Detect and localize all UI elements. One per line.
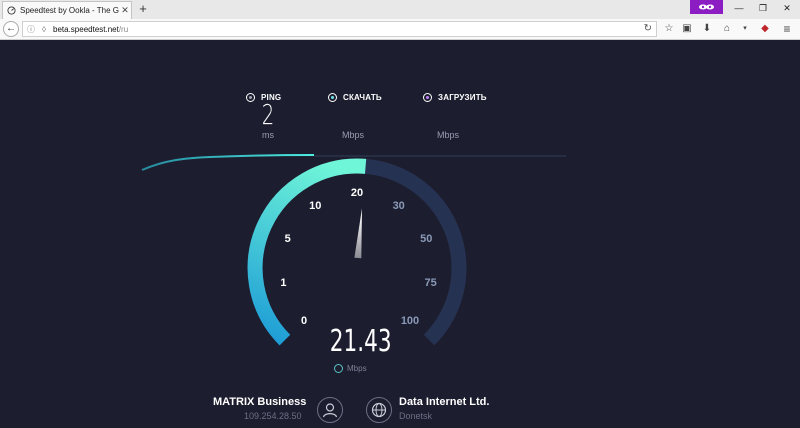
user-icon[interactable] xyxy=(317,397,343,423)
isp-ip: 109.254.28.50 xyxy=(244,411,302,421)
server-name: Data Internet Ltd. xyxy=(399,396,490,408)
download-label: СКАЧАТЬ xyxy=(343,92,382,102)
globe-icon[interactable] xyxy=(366,397,392,423)
server-location: Donetsk xyxy=(399,411,433,421)
download-icon xyxy=(328,92,337,102)
gauge-needle xyxy=(354,208,362,259)
speed-unit-label: Mbps xyxy=(347,364,367,373)
ping-value: 2 xyxy=(261,98,275,131)
ping-unit: ms xyxy=(262,130,274,140)
gauge-tick-label: 75 xyxy=(424,276,437,289)
speed-graph-line xyxy=(141,154,315,171)
gauge-tick-label: 50 xyxy=(420,233,433,246)
gauge-tick-label: 5 xyxy=(284,233,291,246)
download-speed-icon xyxy=(334,364,343,373)
upload-unit: Mbps xyxy=(437,130,460,140)
upload-label: ЗАГРУЗИТЬ xyxy=(438,92,487,102)
gauge-tick-label: 10 xyxy=(309,199,322,212)
current-speed-unit: Mbps xyxy=(334,364,384,373)
upload-header: ЗАГРУЗИТЬ xyxy=(423,91,487,103)
gauge-tick-label: 20 xyxy=(350,187,364,199)
gauge-tick-label: 1 xyxy=(280,276,287,289)
download-unit: Mbps xyxy=(342,130,365,140)
speedtest-graphics xyxy=(141,154,566,346)
current-speed-value: 21.43 xyxy=(329,324,392,359)
gauge-tick-label: 0 xyxy=(300,315,308,327)
download-header: СКАЧАТЬ xyxy=(328,91,382,103)
gauge-tick-label: 30 xyxy=(392,199,405,212)
ping-icon xyxy=(246,92,255,102)
gauge-tick-label: 100 xyxy=(400,315,420,327)
isp-name: MATRIX Business xyxy=(213,396,307,408)
upload-icon xyxy=(423,92,432,102)
